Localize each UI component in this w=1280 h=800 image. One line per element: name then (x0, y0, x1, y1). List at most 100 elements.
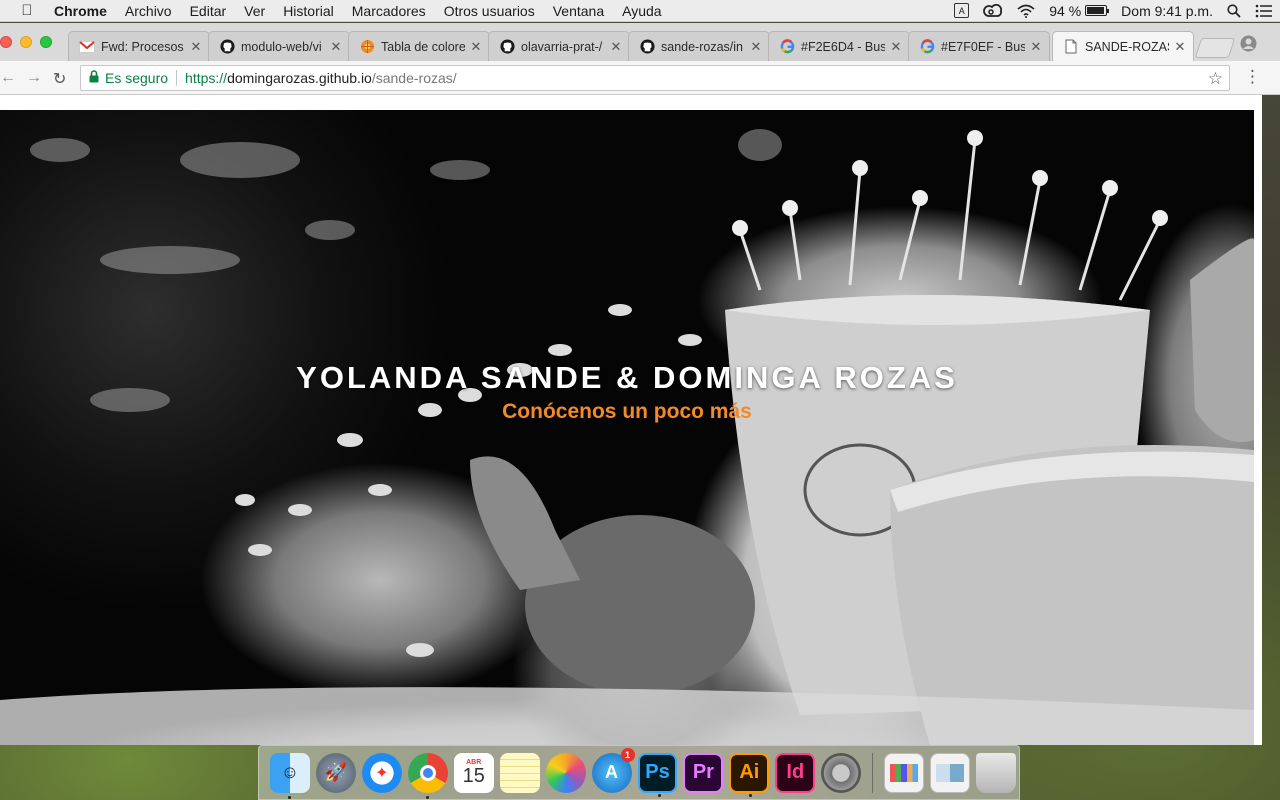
premiere-label: Pr (692, 761, 714, 783)
documents-stack-icon[interactable] (930, 752, 971, 793)
tab-label: #F2E6D4 - Bus (801, 39, 885, 54)
tab-close-icon[interactable]: ✕ (1173, 39, 1187, 55)
menu-clock[interactable]: Dom 9:41 p.m. (1114, 3, 1220, 19)
tab-close-icon[interactable]: ✕ (329, 39, 343, 55)
status-area: A 94 % Dom 9:41 p.m. (947, 0, 1280, 22)
running-indicator (425, 795, 429, 799)
menu-historial[interactable]: Historial (274, 3, 343, 19)
battery-percent: 94 % (1049, 2, 1082, 19)
tab-gmail[interactable]: Fwd: Procesos ✕ (68, 31, 210, 61)
tab-close-icon[interactable]: ✕ (749, 39, 763, 55)
tab-sande-rozas[interactable]: SANDE-ROZAS ✕ (1052, 31, 1194, 61)
tab-close-icon[interactable]: ✕ (889, 39, 903, 55)
running-indicator (749, 793, 753, 797)
tab-close-icon[interactable]: ✕ (609, 39, 623, 55)
indesign-label: Id (786, 761, 805, 783)
dock-separator (872, 752, 874, 793)
tab-github-olavarria[interactable]: olavarria-prat-/ ✕ (488, 31, 630, 61)
apple-menu-icon[interactable]:  (0, 2, 54, 19)
lock-icon (89, 70, 99, 86)
wifi-icon[interactable] (1010, 4, 1042, 18)
omnibox-divider (176, 70, 178, 86)
battery-status[interactable]: 94 % (1042, 3, 1114, 19)
menu-marcadores[interactable]: Marcadores (343, 3, 435, 19)
launchpad-icon[interactable]: 🚀 (315, 752, 356, 793)
chrome-icon[interactable] (407, 752, 448, 799)
tab-label: Fwd: Procesos (101, 39, 184, 54)
dock: ☺ 🚀 ✦ ABR 15 A 1 Ps Pr Ai Id (258, 745, 1020, 800)
tab-label: Tabla de colore (381, 39, 465, 54)
google-icon (779, 39, 795, 55)
safari-icon[interactable]: ✦ (361, 752, 402, 793)
menu-archivo[interactable]: Archivo (116, 3, 181, 19)
back-arrow-icon[interactable]: ← (0, 69, 16, 87)
creative-cloud-icon[interactable] (976, 3, 1010, 18)
color-wheel-icon (359, 39, 375, 55)
page-viewport: YOLANDA SANDE & DOMINGA ROZAS Conócenos … (0, 95, 1262, 745)
tab-label: olavarria-prat-/ (521, 39, 603, 54)
adobe-status-icon[interactable]: A (947, 3, 976, 18)
tab-strip: Fwd: Procesos ✕ modulo-web/vi ✕ Tabla de… (0, 23, 1280, 61)
github-icon (639, 39, 655, 55)
url-host: domingarozas.github.io (227, 70, 372, 86)
calendar-icon[interactable]: ABR 15 (453, 752, 494, 793)
gmail-icon (79, 39, 95, 55)
spotlight-search-icon[interactable] (1220, 3, 1248, 18)
tab-close-icon[interactable]: ✕ (189, 39, 203, 55)
url-scheme: https:// (185, 70, 228, 86)
menu-ayuda[interactable]: Ayuda (613, 3, 670, 19)
calendar-day: 15 (462, 765, 485, 787)
tab-tabla-colores[interactable]: Tabla de colore ✕ (348, 31, 490, 61)
google-icon (919, 39, 935, 55)
reload-icon[interactable]: ↻ (53, 69, 66, 89)
menu-app-name[interactable]: Chrome (54, 3, 116, 19)
notification-center-icon[interactable] (1248, 4, 1280, 18)
address-bar[interactable]: Es seguro https:// domingarozas.github.i… (80, 65, 1230, 91)
trash-icon[interactable] (976, 752, 1016, 793)
photos-icon[interactable] (545, 752, 586, 793)
fullscreen-window-button[interactable] (40, 36, 52, 48)
secure-label[interactable]: Es seguro (105, 70, 168, 86)
illustrator-icon[interactable]: Ai (729, 752, 770, 797)
system-preferences-icon[interactable] (821, 752, 862, 793)
tab-google-e7f0ef[interactable]: #E7F0EF - Busc ✕ (908, 31, 1050, 61)
browser-toolbar: ← → ↻ Es seguro https:// domingarozas.gi… (0, 61, 1280, 95)
tab-close-icon[interactable]: ✕ (1029, 39, 1043, 55)
downloads-stack-icon[interactable] (884, 752, 925, 793)
battery-icon (1085, 5, 1110, 16)
tab-close-icon[interactable]: ✕ (469, 39, 483, 55)
url-path: /sande-rozas/ (371, 70, 457, 86)
menu-ver[interactable]: Ver (235, 3, 274, 19)
indesign-icon[interactable]: Id (775, 752, 816, 793)
menu-bar:  Chrome Archivo Editar Ver Historial Ma… (0, 0, 1280, 22)
menu-editar[interactable]: Editar (181, 3, 236, 19)
running-indicator (288, 795, 291, 799)
app-store-icon[interactable]: A 1 (591, 747, 635, 793)
minimize-window-button[interactable] (20, 36, 32, 48)
new-tab-button[interactable] (1194, 38, 1236, 58)
bookmark-star-icon[interactable]: ☆ (1208, 69, 1223, 89)
hero-background-photo (0, 129, 1254, 745)
github-icon (219, 39, 235, 55)
app-store-badge: 1 (620, 747, 635, 762)
tab-github-modulo-web[interactable]: modulo-web/vi ✕ (208, 31, 350, 61)
premiere-icon[interactable]: Pr (683, 752, 724, 793)
hero-subtitle[interactable]: Conócenos un poco más (0, 400, 1254, 424)
hero-section: YOLANDA SANDE & DOMINGA ROZAS Conócenos … (0, 110, 1254, 745)
tab-github-sande-rozas[interactable]: sande-rozas/in ✕ (628, 31, 770, 61)
menu-ventana[interactable]: Ventana (544, 3, 613, 19)
menu-otros-usuarios[interactable]: Otros usuarios (435, 3, 544, 19)
forward-arrow-icon[interactable]: → (26, 69, 42, 87)
tab-label: SANDE-ROZAS (1085, 39, 1169, 54)
photoshop-icon[interactable]: Ps (637, 752, 678, 797)
close-window-button[interactable] (0, 36, 12, 48)
notes-icon[interactable] (499, 752, 540, 793)
illustrator-label: Ai (739, 761, 760, 783)
running-indicator (657, 793, 661, 797)
tab-label: sande-rozas/in (661, 39, 743, 54)
page-icon (1063, 39, 1079, 55)
finder-icon[interactable]: ☺ (270, 752, 310, 799)
chrome-menu-icon[interactable]: ⋮ (1244, 67, 1261, 87)
tab-google-f2e6d4[interactable]: #F2E6D4 - Bus ✕ (768, 31, 910, 61)
profile-icon[interactable] (1240, 35, 1257, 57)
